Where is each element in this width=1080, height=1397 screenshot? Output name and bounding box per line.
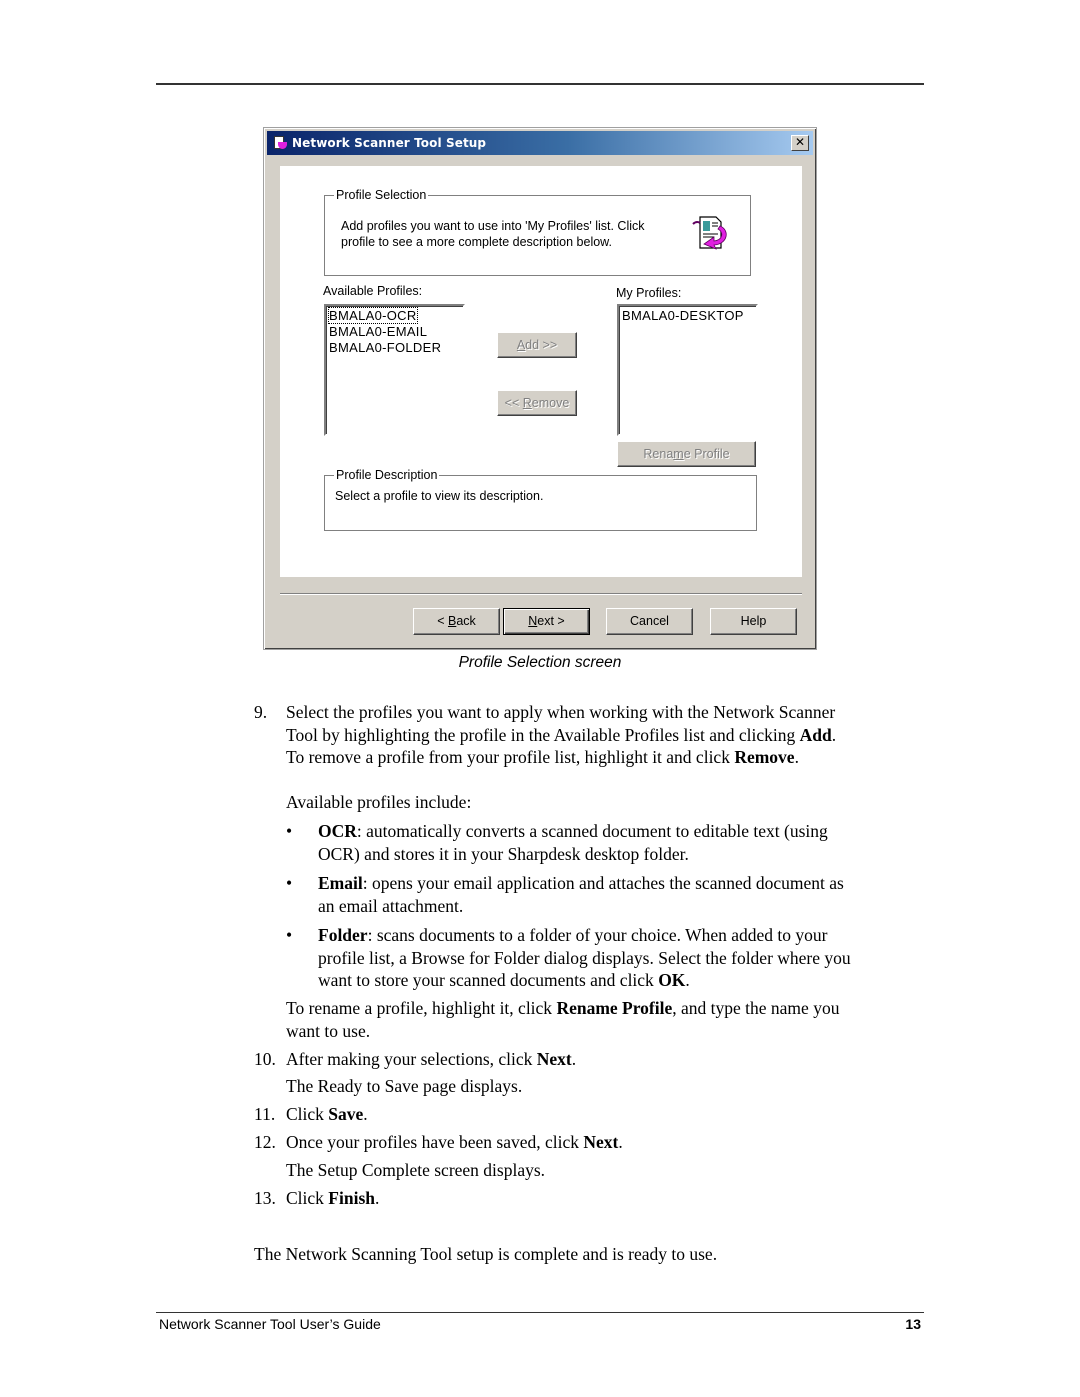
available-intro: Available profiles include: xyxy=(286,792,472,812)
instructions-text: Add profiles you want to use into 'My Pr… xyxy=(341,219,645,249)
step-number: 9. xyxy=(254,702,268,722)
remove-button[interactable]: << Remove xyxy=(497,390,577,416)
available-profiles-label: Available Profiles: xyxy=(323,284,423,298)
my-profiles-list[interactable]: BMALA0-DESKTOP xyxy=(617,304,758,436)
step-number: 10. xyxy=(254,1049,276,1069)
footer-rule xyxy=(156,1312,924,1313)
group-label: Profile Description xyxy=(334,467,440,483)
rename-profile-button[interactable]: Rename Profile xyxy=(617,441,756,467)
group-label: Profile Selection xyxy=(334,187,429,203)
help-button[interactable]: Help xyxy=(710,608,797,635)
list-item[interactable]: BMALA0-OCR xyxy=(326,307,463,324)
profile-wizard-icon xyxy=(692,216,727,250)
bullet-folder: Folder: scans documents to a folder of y… xyxy=(318,925,851,991)
closing-text: The Network Scanning Tool setup is compl… xyxy=(254,1244,718,1264)
step-11-text: Click Save. xyxy=(286,1104,368,1124)
my-profiles-label: My Profiles: xyxy=(616,286,682,300)
step-number: 12. xyxy=(254,1132,276,1152)
bullet-icon: • xyxy=(286,821,293,841)
list-item[interactable]: BMALA0-FOLDER xyxy=(326,340,463,356)
button-separator xyxy=(280,593,802,595)
wizard-page: Profile Selection Add profiles you want … xyxy=(280,166,802,577)
bullet-ocr: OCR: automatically converts a scanned do… xyxy=(318,821,828,864)
add-button[interactable]: Add >> xyxy=(497,332,577,358)
dialog-title: Network Scanner Tool Setup xyxy=(292,136,487,150)
step-number: 11. xyxy=(254,1104,276,1124)
bullet-icon: • xyxy=(286,873,293,893)
header-rule xyxy=(156,83,924,85)
step-9-text: Select the profiles you want to apply wh… xyxy=(286,702,837,768)
close-button[interactable]: ✕ xyxy=(791,135,809,151)
page-number: 13 xyxy=(905,1316,921,1332)
rename-instructions: To rename a profile, highlight it, click… xyxy=(286,998,840,1041)
figure-caption: Profile Selection screen xyxy=(458,654,622,671)
list-item[interactable]: BMALA0-DESKTOP xyxy=(619,308,756,324)
step-13-text: Click Finish. xyxy=(286,1188,380,1208)
profile-description-group: Profile Description Select a profile to … xyxy=(324,467,757,531)
cancel-button[interactable]: Cancel xyxy=(606,608,693,635)
list-item[interactable]: BMALA0-EMAIL xyxy=(326,324,463,340)
app-icon xyxy=(272,135,288,151)
bullet-icon: • xyxy=(286,925,293,945)
available-profiles-list[interactable]: BMALA0-OCR BMALA0-EMAIL BMALA0-FOLDER xyxy=(324,304,465,436)
title-bar[interactable]: Network Scanner Tool Setup ✕ xyxy=(267,131,813,155)
step-12-result: The Setup Complete screen displays. xyxy=(286,1160,546,1180)
step-10-text: After making your selections, click Next… xyxy=(286,1049,577,1069)
setup-dialog: Network Scanner Tool Setup ✕ Profile Sel… xyxy=(263,127,817,650)
step-number: 13. xyxy=(254,1188,276,1208)
bullet-email: Email: opens your email application and … xyxy=(318,873,844,916)
profile-description-text: Select a profile to view its description… xyxy=(335,489,544,503)
profile-selection-group: Profile Selection Add profiles you want … xyxy=(324,187,751,276)
close-icon: ✕ xyxy=(794,135,806,149)
step-10-result: The Ready to Save page displays. xyxy=(286,1076,523,1096)
footer-title: Network Scanner Tool User’s Guide xyxy=(159,1316,381,1332)
next-button[interactable]: Next > xyxy=(503,608,590,635)
step-12-text: Once your profiles have been saved, clic… xyxy=(286,1132,623,1152)
back-button[interactable]: < Back xyxy=(413,608,500,635)
